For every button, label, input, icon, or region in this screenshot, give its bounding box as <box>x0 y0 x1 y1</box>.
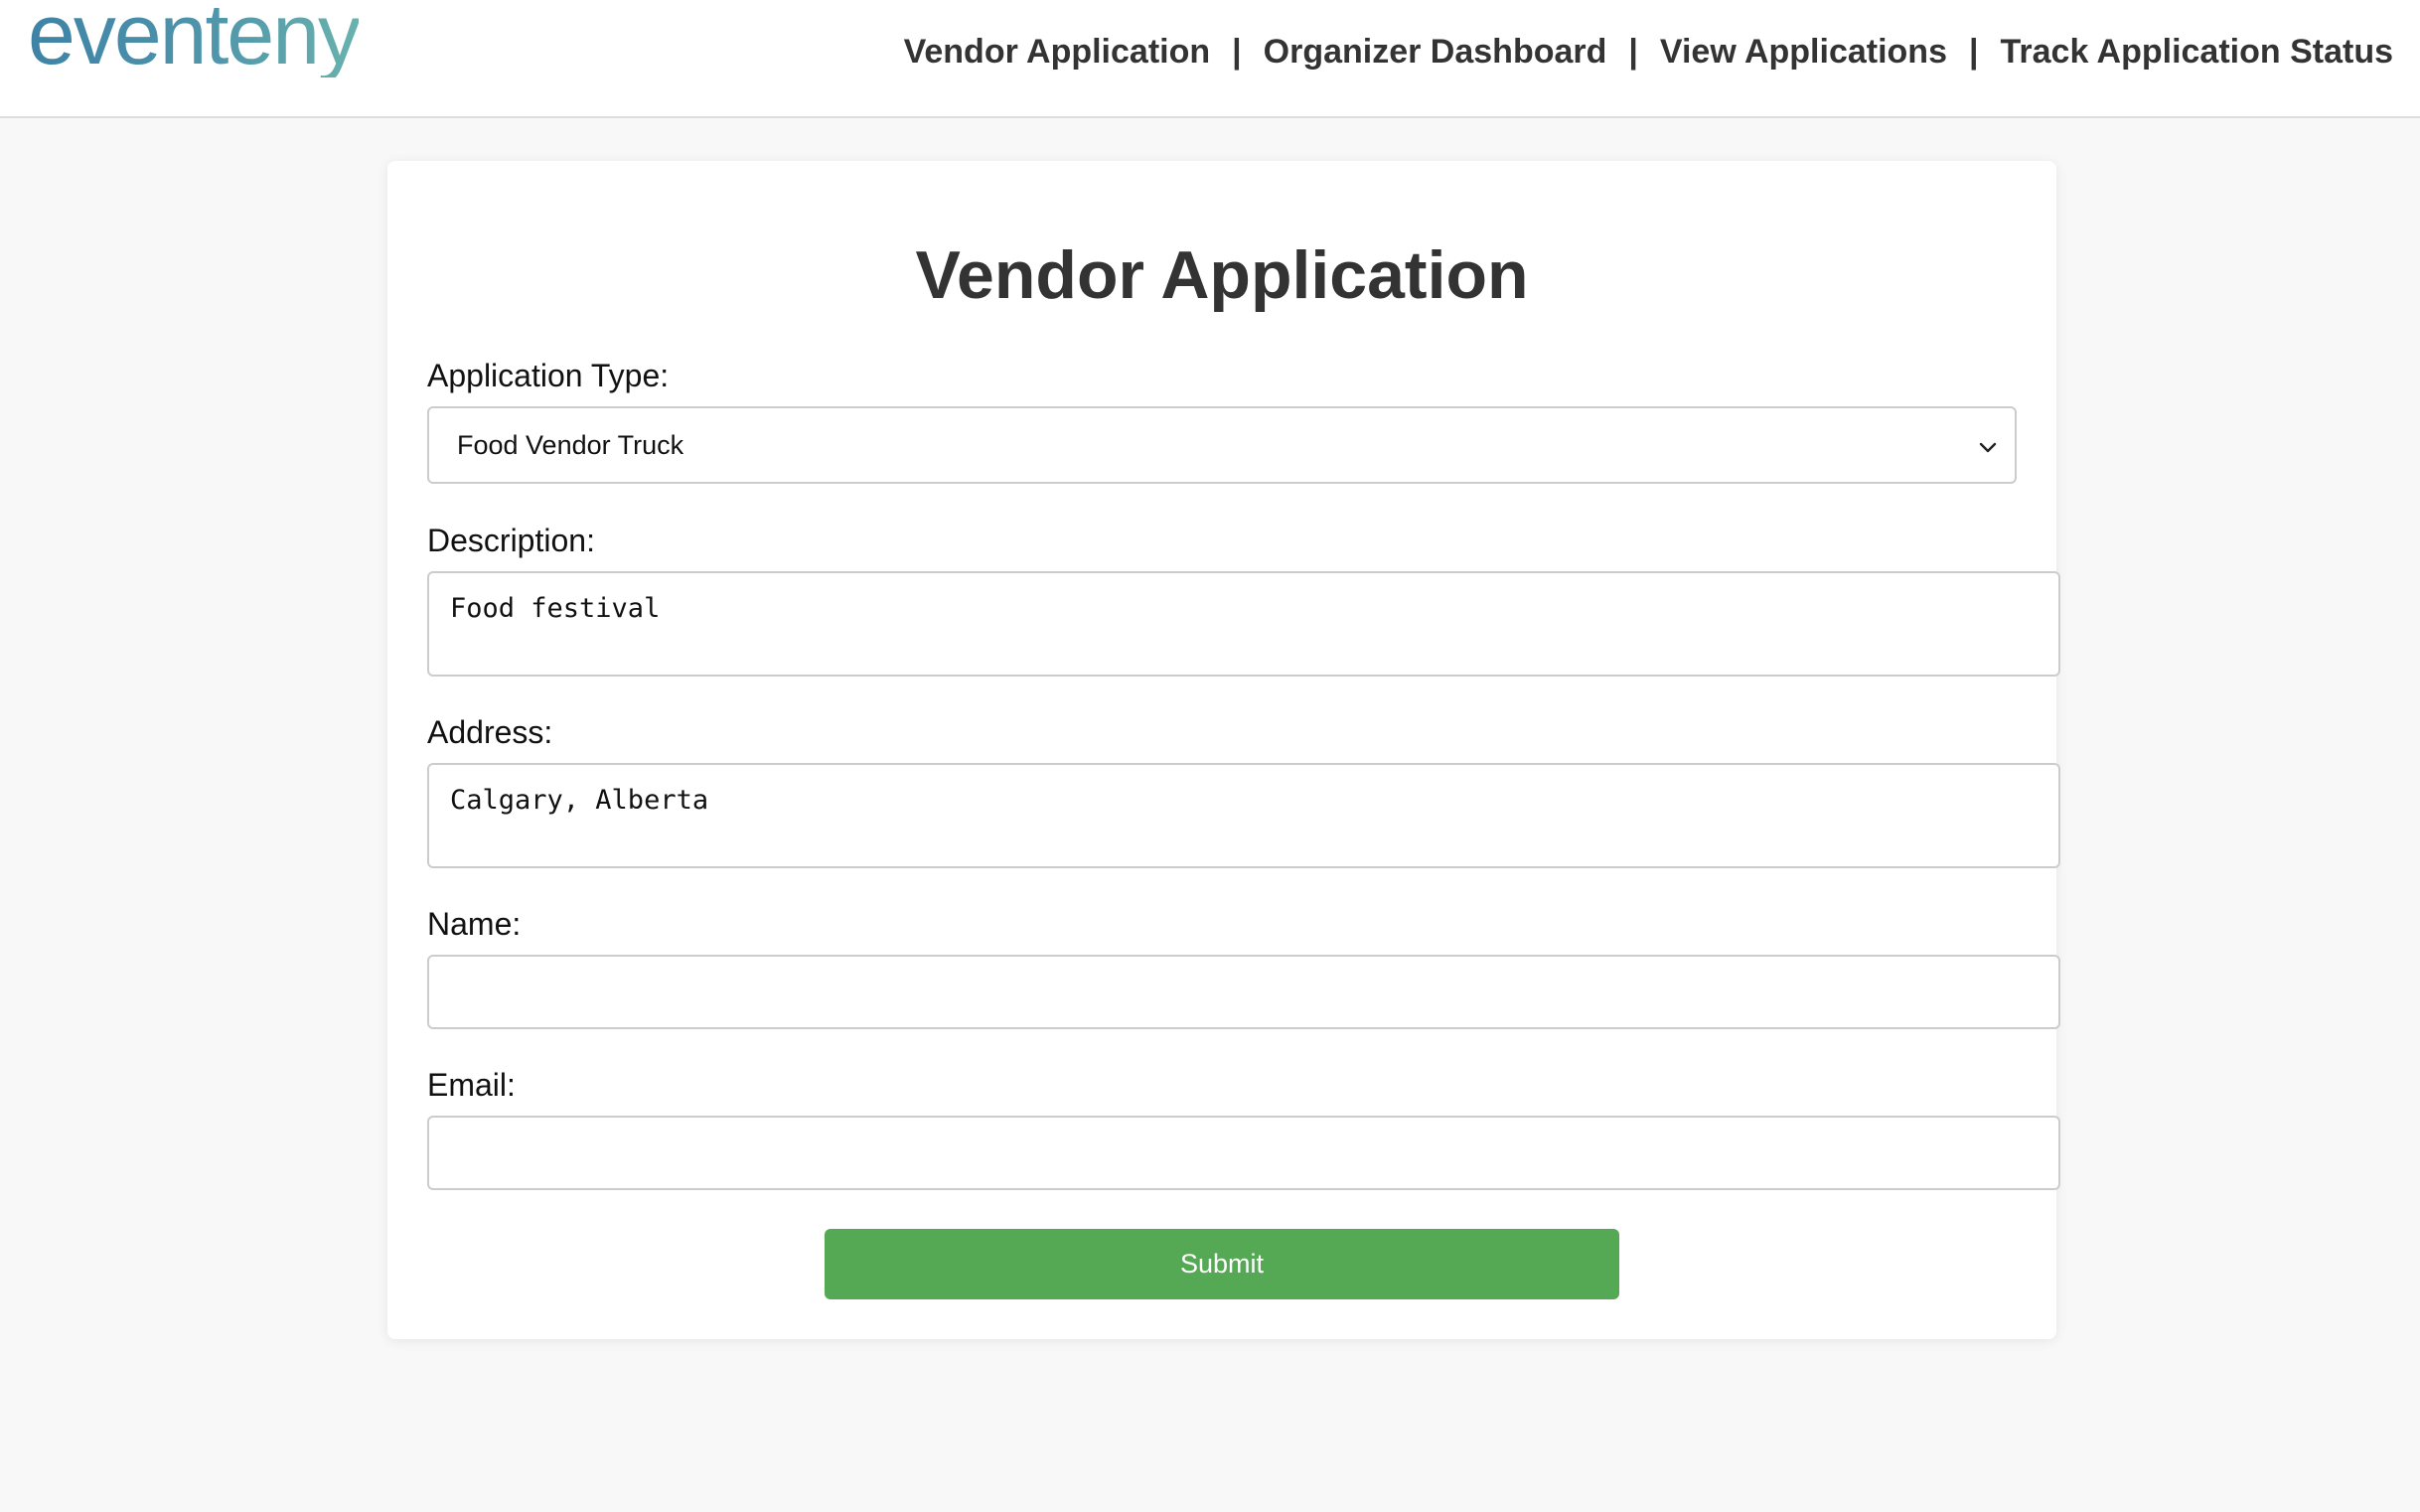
description-textarea[interactable]: Food festival <box>427 571 2060 677</box>
nav-separator: | <box>1968 33 1979 71</box>
submit-button[interactable]: Submit <box>825 1229 1619 1299</box>
nav-vendor-application[interactable]: Vendor Application <box>904 33 1211 72</box>
nav-separator: | <box>1628 33 1638 71</box>
email-label: Email: <box>427 1067 516 1103</box>
page-title: Vendor Application <box>915 237 1529 313</box>
main-nav: Vendor Application | Organizer Dashboard… <box>904 33 2393 72</box>
application-type-label: Application Type: <box>427 358 670 393</box>
eventeny-logo[interactable]: eventeny <box>28 0 361 77</box>
name-input[interactable] <box>427 955 2060 1029</box>
nav-separator: | <box>1232 33 1242 71</box>
application-type-selected-value: Food Vendor Truck <box>457 429 684 460</box>
email-input[interactable] <box>427 1116 2060 1190</box>
description-label: Description: <box>427 523 595 558</box>
address-label: Address: <box>427 714 553 750</box>
nav-track-application-status[interactable]: Track Application Status <box>2001 33 2394 72</box>
top-header: eventeny Vendor Application | Organizer … <box>0 0 2420 118</box>
name-label: Name: <box>427 906 522 942</box>
nav-view-applications[interactable]: View Applications <box>1660 33 1947 72</box>
application-type-select[interactable]: Food Vendor Truck <box>427 406 2017 484</box>
chevron-down-icon <box>1979 442 1997 453</box>
vendor-application-card: Vendor Application Application Type: Foo… <box>387 161 2060 1339</box>
address-textarea[interactable]: Calgary, Alberta <box>427 763 2060 868</box>
nav-organizer-dashboard[interactable]: Organizer Dashboard <box>1264 33 1607 72</box>
